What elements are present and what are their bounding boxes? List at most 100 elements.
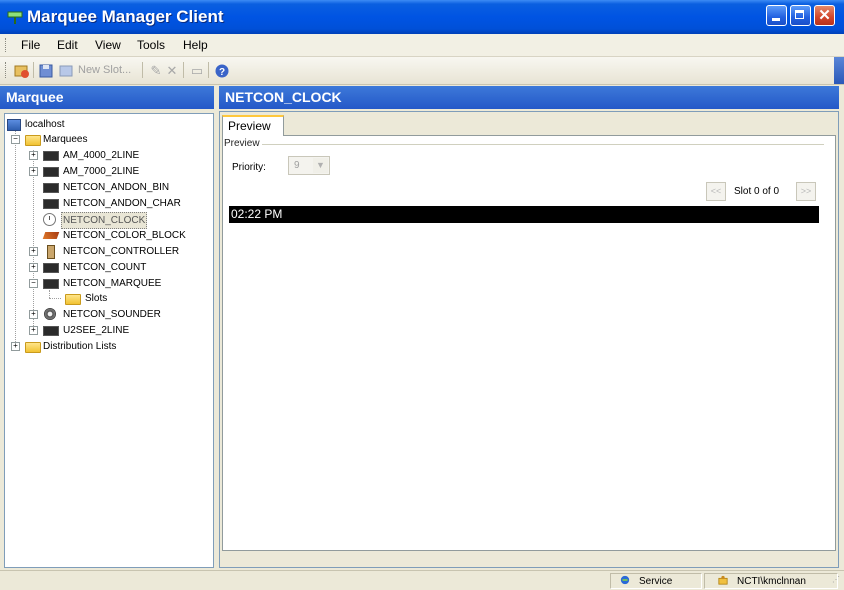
sign-icon [43,263,59,273]
sign-icon [43,199,59,209]
tree-node-label: NETCON_CLOCK [61,212,148,229]
expand-toggle[interactable]: + [11,342,20,351]
toolbar-separator [142,62,143,78]
priority-value: 9 [294,160,300,171]
sounder-icon [44,308,56,320]
next-slot-button[interactable]: >> [796,182,816,201]
expand-toggle[interactable]: + [29,263,38,272]
tree-node-slots[interactable]: Slots [65,291,205,306]
tree-node-localhost[interactable]: localhost [7,117,207,132]
tree-node-marquee[interactable]: NETCON_ANDON_BIN [29,180,209,195]
new-slot-button[interactable]: New Slot... [78,64,131,76]
controller-icon [47,245,55,259]
folder-icon [25,342,41,353]
tree-connector [49,298,61,299]
close-button[interactable]: ✕ [814,5,835,26]
chevron-down-icon[interactable]: ▼ [313,158,328,173]
tree-node-label: NETCON_COLOR_BLOCK [63,230,186,241]
help-icon[interactable]: ? [214,63,230,79]
tree-node-label: NETCON_SOUNDER [63,309,161,320]
maximize-icon [795,10,804,19]
tree-node-label: Distribution Lists [43,341,117,352]
menu-view[interactable]: View [95,38,121,52]
tree-node-marquee[interactable]: + AM_7000_2LINE [29,164,209,179]
tree-connector [49,290,50,298]
tree-node-marquees[interactable]: − Marquees [11,132,207,147]
tree-node-label: NETCON_ANDON_CHAR [63,198,181,209]
menu-edit[interactable]: Edit [57,38,78,52]
tree-node-distribution-lists[interactable]: + Distribution Lists [11,339,207,354]
sign-icon [43,326,59,336]
expand-toggle[interactable]: + [29,151,38,160]
tree-node-marquee[interactable]: + NETCON_SOUNDER [29,307,209,322]
toolbar-separator [33,62,34,78]
save-icon[interactable] [38,63,54,79]
tree-node-marquee-selected[interactable]: NETCON_CLOCK [29,212,209,229]
tree-node-marquee[interactable]: + U2SEE_2LINE [29,323,209,338]
toolbar-grip[interactable] [5,62,9,78]
tool-bar: New Slot... ✎ ✕ ▭ ? [0,57,844,85]
refresh-icon[interactable] [14,63,30,79]
tree-node-marquee[interactable]: NETCON_ANDON_CHAR [29,196,209,211]
window-title: Marquee Manager Client [27,7,224,26]
status-bar: Service NCTI\kmclnnan ⋰ [0,570,844,590]
edit-icon[interactable]: ✎ [148,63,164,79]
sign-icon [43,183,59,193]
previous-slot-button[interactable]: << [706,182,726,201]
user-icon [718,575,728,585]
expand-toggle[interactable]: + [29,310,38,319]
new-slot-icon[interactable] [58,63,74,79]
marquee-tree[interactable]: localhost − Marquees + AM_4000_2LINE + A… [4,113,214,568]
tree-node-marquee[interactable]: + NETCON_CONTROLLER [29,244,209,259]
expand-toggle[interactable]: + [29,326,38,335]
slot-counter: Slot 0 of 0 [734,186,780,197]
toolbar-overflow-button[interactable] [834,57,844,84]
tree-node-label: AM_7000_2LINE [63,166,140,177]
menu-bar: File Edit View Tools Help [0,34,844,57]
tree-node-label: U2SEE_2LINE [63,325,130,336]
color-block-icon [42,232,60,239]
title-bar[interactable]: Marquee Manager Client ✕ [0,0,844,34]
svg-text:?: ? [219,67,225,78]
service-icon [620,575,630,585]
minimize-button[interactable] [766,5,787,26]
tab-preview[interactable]: Preview [222,115,284,136]
detail-pane-header: NETCON_CLOCK [219,86,839,109]
minimize-icon [772,18,780,21]
app-icon [7,11,23,24]
service-status: Service [610,573,702,589]
marquee-display-preview: 02:22 PM [229,206,819,223]
folder-icon [65,294,81,305]
user-label: NCTI\kmclnnan [737,576,806,587]
tree-connector [15,128,16,350]
priority-select[interactable]: 9 ▼ [288,156,330,175]
service-label: Service [639,576,673,587]
copy-icon[interactable]: ▭ [189,63,205,79]
menu-help[interactable]: Help [183,38,208,52]
menu-tools[interactable]: Tools [137,38,165,52]
resize-grip[interactable]: ⋰ [832,575,842,587]
marquee-pane-header: Marquee [0,86,214,109]
expand-toggle[interactable]: + [29,247,38,256]
group-divider [262,144,824,145]
tree-node-label: NETCON_CONTROLLER [63,246,180,257]
tree-node-marquee[interactable]: + AM_4000_2LINE [29,148,209,163]
tree-node-marquee[interactable]: + NETCON_COUNT [29,260,209,275]
tree-node-marquee[interactable]: NETCON_COLOR_BLOCK [29,228,209,243]
collapse-toggle[interactable]: − [29,279,38,288]
menu-grip[interactable] [5,38,9,52]
sign-icon [43,151,59,161]
close-icon: ✕ [818,7,831,24]
toolbar-separator [183,62,184,78]
tree-node-label: NETCON_MARQUEE [63,278,162,289]
tree-node-label: AM_4000_2LINE [63,150,140,161]
maximize-button[interactable] [790,5,811,26]
menu-file[interactable]: File [21,38,40,52]
tree-node-marquee[interactable]: − NETCON_MARQUEE [29,276,209,291]
tree-node-label: NETCON_COUNT [63,262,147,273]
sign-icon [43,279,59,289]
tree-node-label: Marquees [43,134,88,145]
expand-toggle[interactable]: + [29,167,38,176]
delete-icon[interactable]: ✕ [164,63,180,79]
collapse-toggle[interactable]: − [11,135,20,144]
